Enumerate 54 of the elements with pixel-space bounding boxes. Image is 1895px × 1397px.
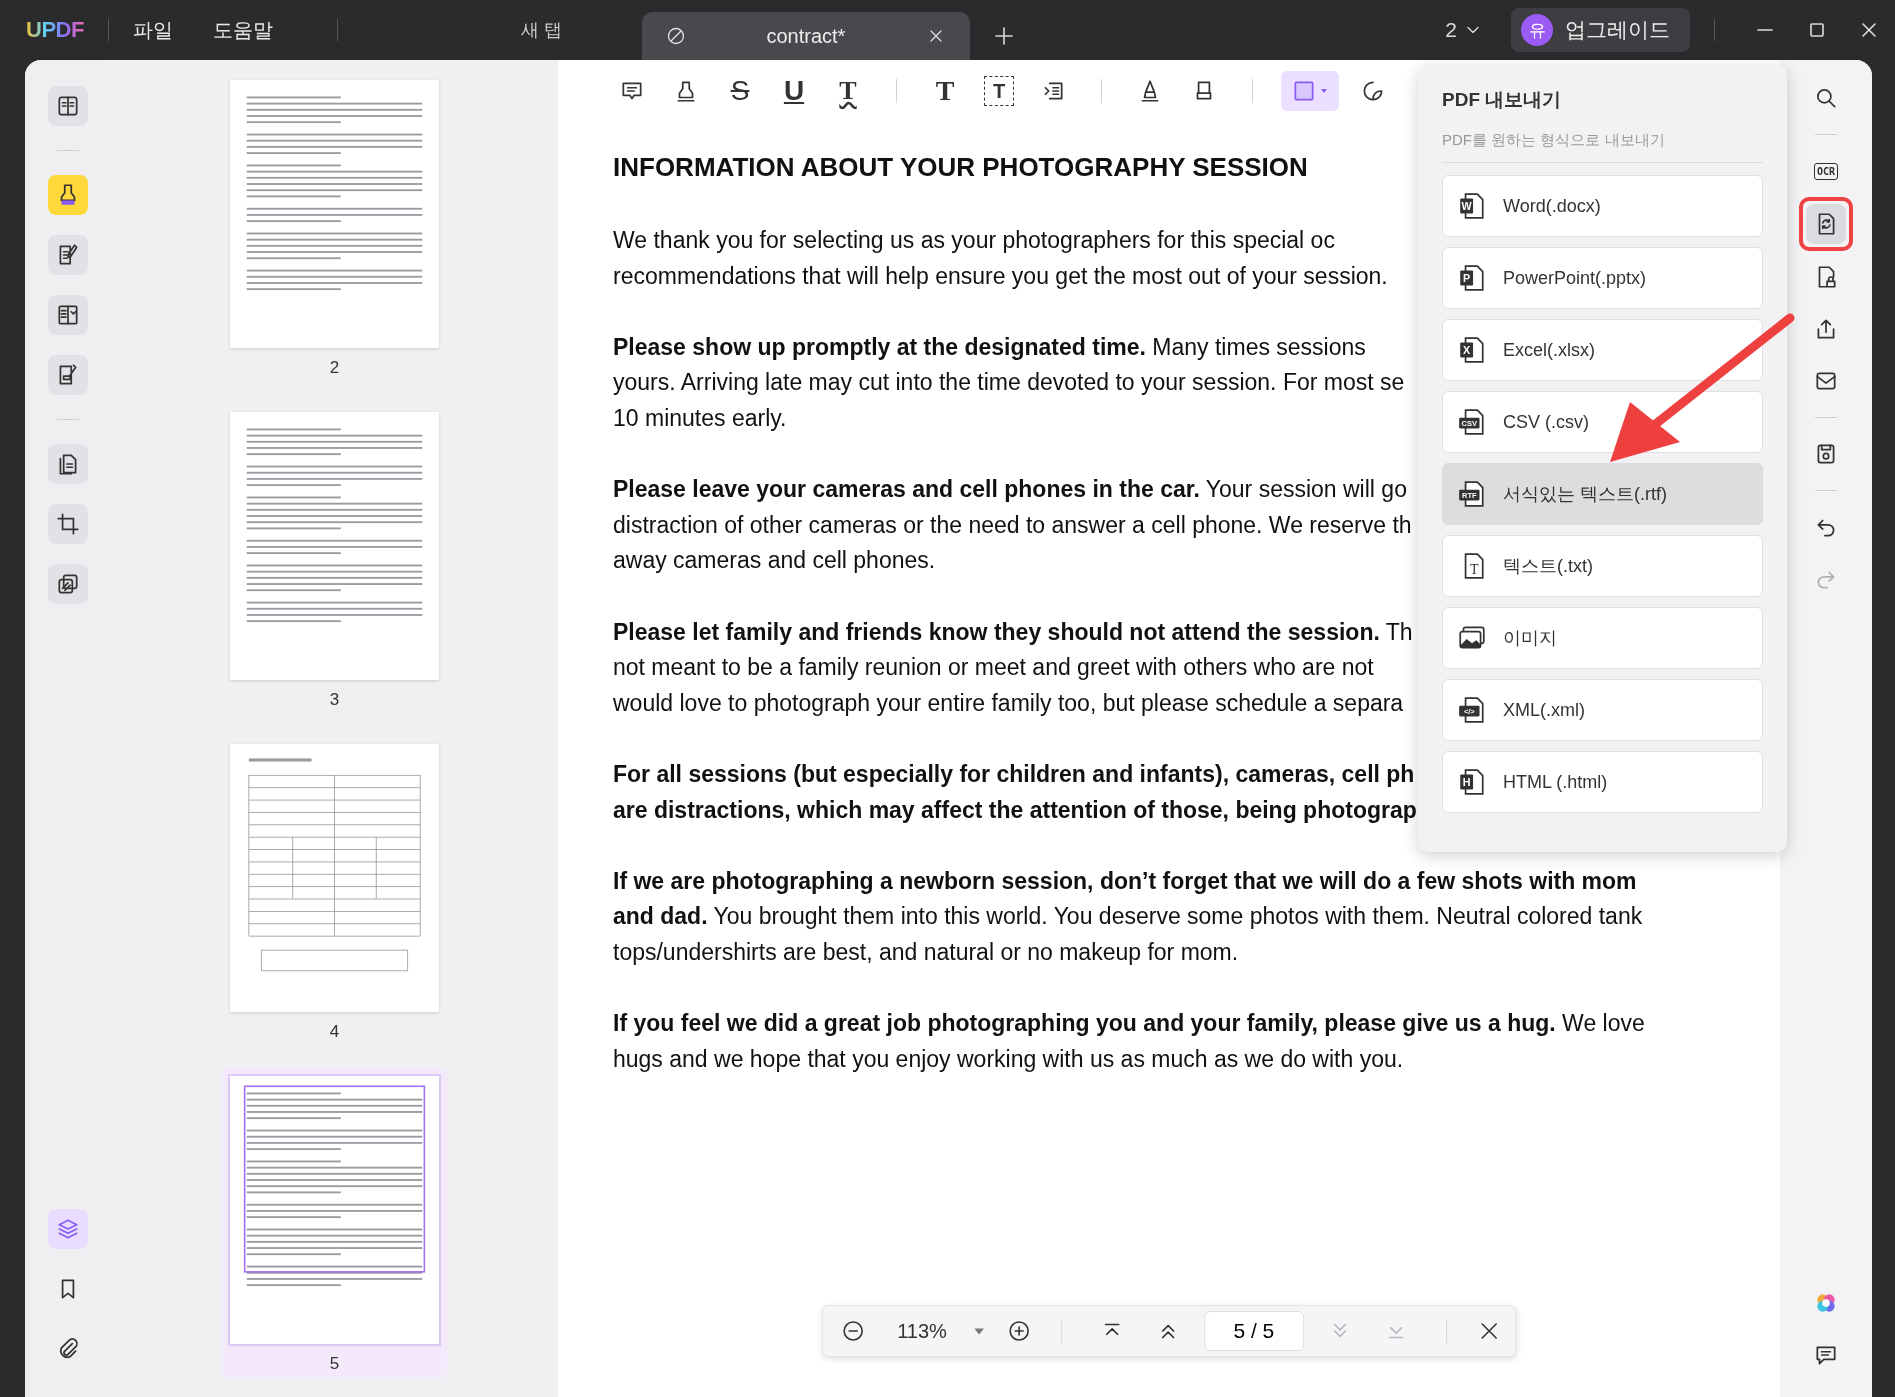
panel-subtitle: PDF를 원하는 형식으로 내보내기 xyxy=(1442,131,1763,163)
text-line: away cameras and cell phones. xyxy=(613,546,936,576)
format-button[interactable]: T xyxy=(979,71,1019,111)
panel-title: PDF 내보내기 xyxy=(1442,88,1563,112)
ocr-button[interactable]: OCR xyxy=(1806,151,1846,191)
page-number: 4 xyxy=(329,1022,340,1042)
page-thumbnail[interactable]: 2 xyxy=(222,72,447,382)
page-number: 5 xyxy=(329,1354,340,1374)
page-thumbnail[interactable]: 4 xyxy=(222,736,447,1046)
page-number: 2 xyxy=(329,358,340,378)
document-heading: INFORMATION ABOUT YOUR PHOTOGRAPHY SESSION xyxy=(613,152,1309,183)
export-option[interactable]: H HTML (.html) xyxy=(1442,751,1763,813)
format-button[interactable]: T xyxy=(925,71,965,111)
menu-item[interactable]: 도움말 xyxy=(212,16,273,44)
format-button[interactable]: T xyxy=(828,71,868,111)
text-line: 10 minutes early. xyxy=(613,403,787,433)
text-line: If you feel we did a great job photographing you and your family, please give us a hug. We love xyxy=(613,1009,1645,1039)
text-line: distraction of other cameras or the need to answer a cell phone. We reserve th xyxy=(613,510,1412,540)
export-option[interactable]: T 텍스트(.txt) xyxy=(1442,535,1763,597)
text-line: Please leave your cameras and cell phones in the car. Your session will go xyxy=(613,475,1407,505)
page-field[interactable]: 5 / 5 xyxy=(1203,1311,1304,1351)
document-tab[interactable]: contract* xyxy=(641,12,970,60)
upgrade-button[interactable]: 유 업그레이드 xyxy=(1511,8,1690,52)
text-line: Please let family and friends know they should not attend the session. Th xyxy=(613,617,1413,647)
text-line: recommendations that will help ensure you get the most out of your session. xyxy=(613,261,1388,291)
document-tab[interactable]: 새 탭 xyxy=(481,18,602,42)
text-line: We thank you for selecting us as your photographers for this special oc xyxy=(613,226,1335,255)
page-thumbnail[interactable]: 5 xyxy=(222,1068,447,1378)
export-option[interactable]: W Word(.docx) xyxy=(1442,175,1763,237)
format-button[interactable]: U xyxy=(774,71,814,111)
menu-item[interactable]: 파일 xyxy=(132,16,173,44)
format-button[interactable]: S xyxy=(720,71,760,111)
tab-title: 새 탭 xyxy=(521,19,563,42)
text-line: would love to photograph your entire family too, but please schedule a separa xyxy=(613,688,1404,718)
export-option[interactable]: X Excel(.xlsx) xyxy=(1442,319,1763,381)
text-line: and dad. You brought them into this world. You deserve some photos with them. Neutral colored tank xyxy=(613,902,1643,932)
text-line: If we are photographing a newborn session, don’t forget that we will do a few shots with mom xyxy=(613,866,1637,896)
text-line: tops/undershirts are best, and natural or no makeup for mom. xyxy=(613,937,1239,967)
text-line: yours. Arriving late may cut into the time devoted to your session. For most se xyxy=(613,368,1405,398)
export-option[interactable]: 이미지 xyxy=(1442,607,1763,669)
window-count[interactable]: 2 xyxy=(1445,18,1483,42)
page-thumbnail[interactable]: 3 xyxy=(222,404,447,714)
text-line: not meant to be a family reunion or meet and greet with others who are not xyxy=(613,653,1374,683)
zoom-level[interactable]: 113% xyxy=(897,1319,947,1343)
avatar: 유 xyxy=(1521,14,1553,46)
export-option[interactable]: </> XML(.xml) xyxy=(1442,679,1763,741)
page-number: 3 xyxy=(329,690,340,710)
tab-title: contract* xyxy=(765,24,847,48)
text-line: hugs and we hope that you enjoy working with us as much as we do with you. xyxy=(613,1044,1404,1074)
text-line: are distractions, which may affect the attention of those, being photograp xyxy=(613,795,1417,825)
text-line: For all sessions (but especially for children and infants), cameras, cell ph xyxy=(613,759,1415,789)
export-option[interactable]: RTF 서식있는 텍스트(.rtf) xyxy=(1442,463,1763,525)
text-line: Please show up promptly at the designated time. Many times sessions xyxy=(613,332,1366,362)
export-option[interactable]: P PowerPoint(.pptx) xyxy=(1442,247,1763,309)
